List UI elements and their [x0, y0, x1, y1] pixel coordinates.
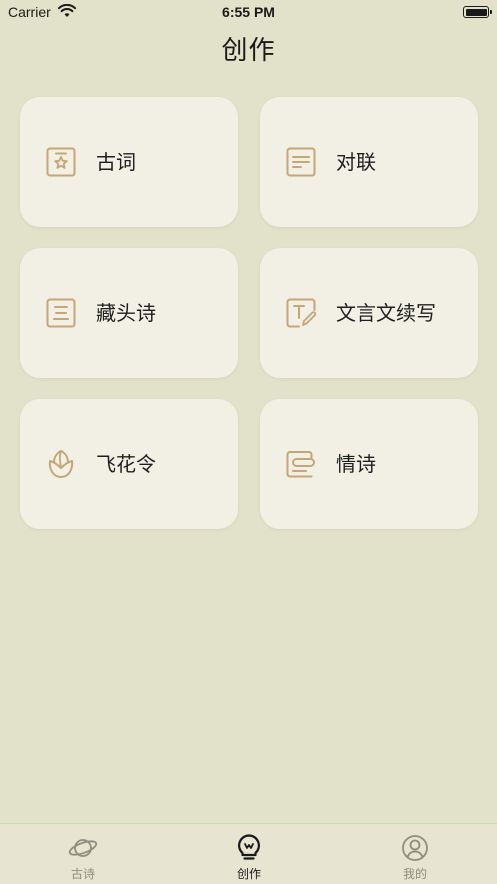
page-title: 创作	[221, 36, 276, 66]
card-label: 情诗	[336, 452, 376, 476]
three-lines-icon	[46, 298, 76, 328]
battery-icon	[463, 6, 492, 18]
star-card-icon	[46, 147, 76, 177]
card-label: 藏头诗	[96, 301, 156, 325]
card-qingshi[interactable]: 情诗	[260, 399, 478, 529]
flower-icon	[48, 449, 74, 478]
text-edit-icon	[286, 298, 317, 328]
tab-gushi[interactable]: 古诗	[0, 824, 166, 884]
tab-label: 我的	[402, 867, 427, 881]
user-circle-icon	[402, 835, 428, 861]
planet-icon	[68, 839, 98, 857]
card-label: 飞花令	[96, 452, 156, 476]
text-lines-icon	[286, 147, 316, 177]
card-label: 文言文续写	[336, 301, 436, 325]
tab-label: 古诗	[70, 867, 95, 881]
card-wenyanwen[interactable]: 文言文续写	[260, 248, 478, 378]
card-cangtoushi[interactable]: 藏头诗	[20, 248, 238, 378]
status-time: 6:55 PM	[222, 4, 275, 20]
lightbulb-icon	[238, 834, 260, 860]
card-label: 对联	[336, 150, 376, 174]
tab-bar: 古诗 创作 我的	[0, 823, 497, 884]
tab-chuangzuo[interactable]: 创作	[166, 824, 332, 884]
status-bar: Carrier 6:55 PM	[0, 0, 497, 26]
card-duilian[interactable]: 对联	[260, 97, 478, 227]
card-label: 古词	[96, 150, 136, 174]
tab-wode[interactable]: 我的	[332, 824, 497, 884]
letter-icon	[286, 451, 315, 478]
tab-label: 创作	[236, 867, 261, 881]
card-guci[interactable]: 古词	[20, 97, 238, 227]
card-feihualing[interactable]: 飞花令	[20, 399, 238, 529]
